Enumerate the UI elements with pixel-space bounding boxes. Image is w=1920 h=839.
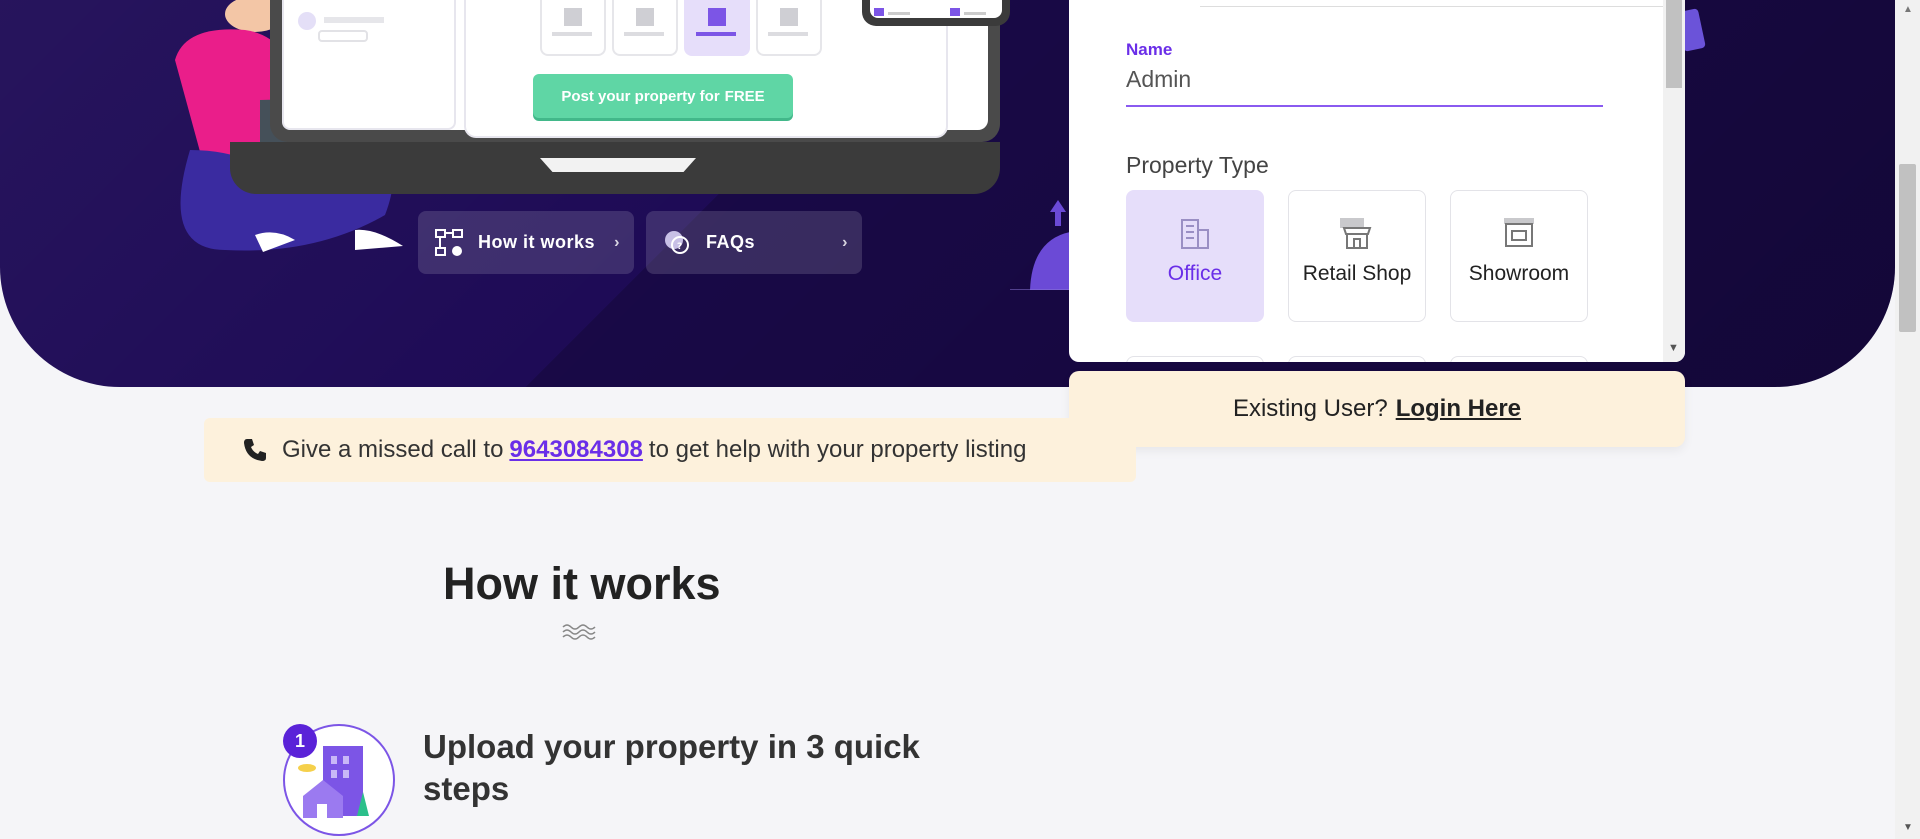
page-scrollbar[interactable]: ▲ ▼ [1895,0,1920,839]
phone-illustration [862,0,1010,26]
scroll-up-arrow-icon[interactable]: ▲ [1903,4,1913,15]
post-property-button[interactable]: Post your property for FREE [533,74,793,118]
page-scrollbar-thumb[interactable] [1899,164,1916,332]
how-it-works-label: How it works [478,232,596,252]
how-it-works-link[interactable]: How it works › [418,211,634,274]
mini-card-icon [540,0,606,56]
property-type-card-partial [1450,356,1588,362]
missed-call-number-link[interactable]: 9643084308 [509,436,642,464]
faqs-link[interactable]: ? FAQs › [646,211,862,274]
property-type-showroom-label: Showroom [1468,262,1570,285]
form-scrollbar-thumb[interactable] [1666,0,1682,88]
post-button-text: Post your property for [561,87,720,105]
laptop-notch [540,158,696,172]
name-field-underline [1126,105,1603,107]
faq-bubble-icon: ? [665,230,689,254]
mini-card-icon [756,0,822,56]
svg-text:?: ? [677,242,683,252]
mini-card-icon [612,0,678,56]
scroll-down-arrow-icon[interactable]: ▼ [1903,822,1913,833]
faqs-label: FAQs [706,232,756,252]
scroll-down-arrow-icon[interactable]: ▼ [1668,342,1679,354]
post-property-form: Name Admin Property Type Office Retail S… [1069,0,1685,362]
how-it-works-heading: How it works [443,558,721,609]
name-field-label: Name [1126,40,1173,59]
property-type-card-partial [1126,356,1264,362]
flowchart-icon [435,228,463,256]
step-title: Upload your property in 3 quick steps [423,728,920,807]
property-type-retail-shop[interactable]: Retail Shop [1288,190,1426,322]
phone-icon [244,439,266,461]
shop-storefront-icon [1340,218,1372,249]
step-number-badge: 1 [283,724,317,758]
login-link[interactable]: Login Here [1396,395,1521,423]
chevron-right-icon: › [842,233,848,251]
property-type-label: Property Type [1126,152,1269,178]
form-scrollbar[interactable]: ▼ [1663,0,1685,362]
missed-call-banner: Give a missed call to 9643084308 to get … [204,418,1136,482]
property-type-retail-shop-label: Retail Shop [1302,262,1412,285]
property-type-showroom[interactable]: Showroom [1450,190,1588,322]
showroom-icon [1504,218,1534,247]
property-type-office-label: Office [1167,262,1223,285]
property-type-card-partial [1288,356,1426,362]
previous-field-underline [1200,6,1671,7]
existing-user-text: Existing User? [1232,395,1388,422]
wave-divider-icon [562,624,596,640]
missed-call-prefix: Give a missed call to [282,436,504,463]
property-type-office[interactable]: Office [1126,190,1264,322]
laptop-panel-left [282,0,456,130]
name-field[interactable]: Admin [1126,66,1191,93]
missed-call-suffix: to get help with your property listing [648,436,1027,463]
mini-card-icon-selected [684,0,750,56]
existing-user-banner: Existing User? Login Here [1069,371,1685,447]
post-button-free: FREE [724,87,765,105]
office-building-icon [1181,219,1209,249]
chevron-right-icon: › [614,233,620,251]
